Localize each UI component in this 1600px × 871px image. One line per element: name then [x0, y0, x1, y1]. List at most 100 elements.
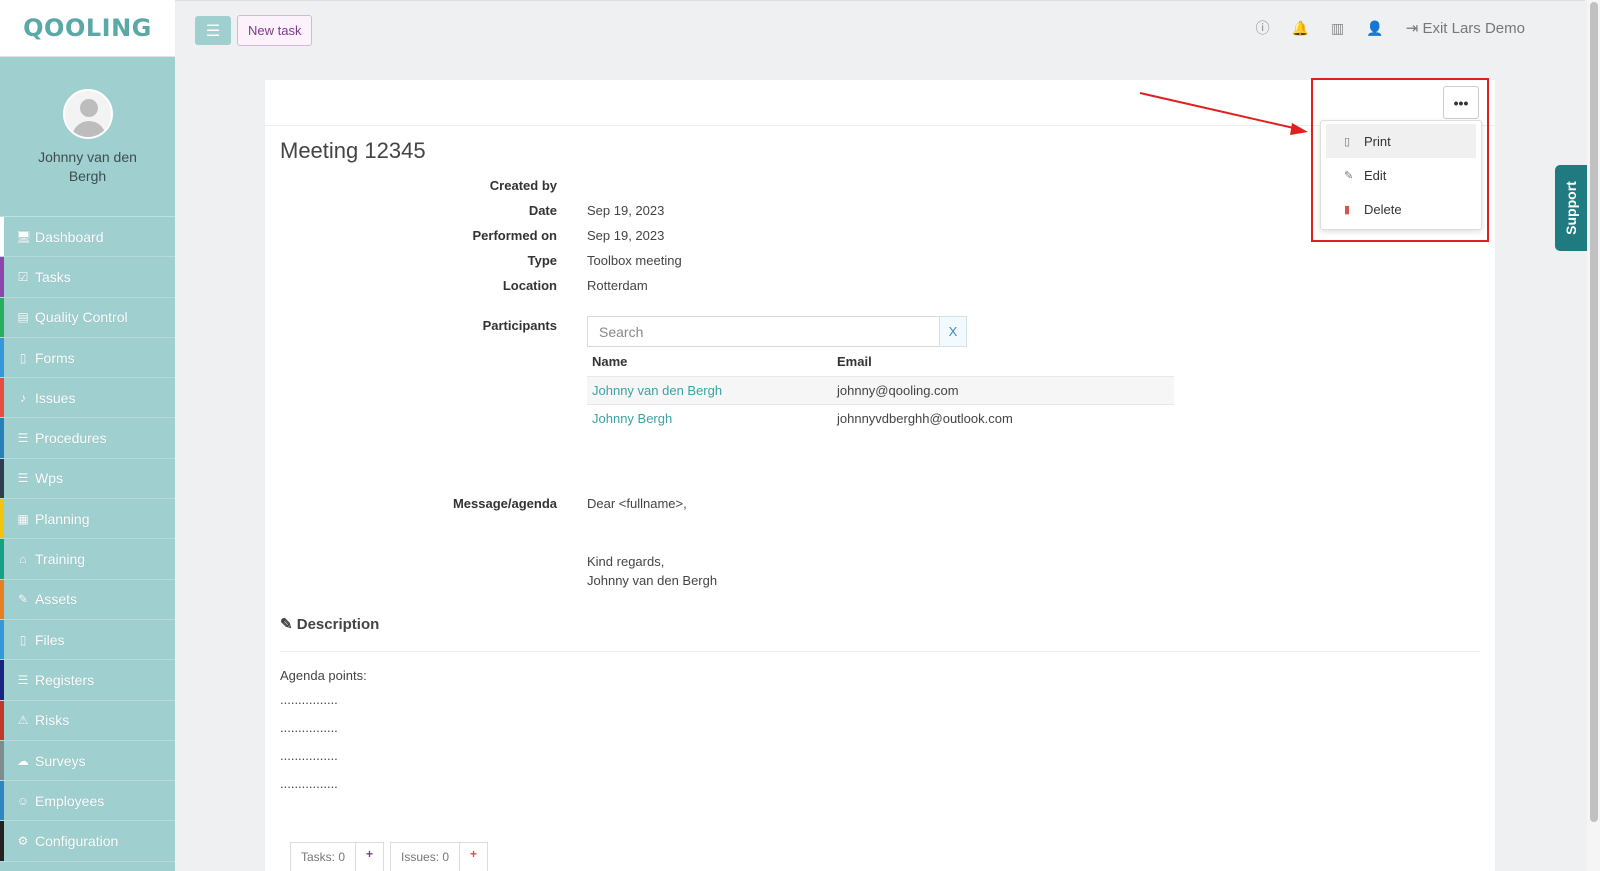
sidebar-item-issues[interactable]: ♪ Issues	[0, 378, 175, 419]
menu-toggle-button[interactable]: ☰	[195, 16, 231, 45]
sidebar-item-configuration[interactable]: ⚙ Configuration	[0, 821, 175, 862]
agenda-line: ................	[280, 748, 338, 763]
add-task-button[interactable]: +	[355, 843, 383, 871]
sidebar-nav: 🖥 Dashboard ☑ Tasks ▤ Quality Control ▯ Forms ♪ I…	[0, 217, 175, 862]
sidebar-item-tasks[interactable]: ☑ Tasks	[0, 257, 175, 298]
sidebar-item-files[interactable]: ▯ Files	[0, 619, 175, 661]
participant-link[interactable]: Johnny Bergh	[592, 411, 672, 426]
sidebar-item-accent	[0, 458, 4, 499]
support-tab[interactable]: Support	[1555, 165, 1587, 251]
tasks-tab[interactable]: Tasks: 0 +	[290, 842, 385, 871]
message-closing: Kind regards, Johnny van den Bergh	[587, 552, 717, 590]
column-header-email: Email	[837, 354, 872, 370]
sidebar-item-accent	[0, 378, 4, 418]
sidebar-item-accent	[0, 821, 4, 861]
edit-icon: ✎	[1344, 169, 1354, 182]
search-input[interactable]	[587, 316, 939, 347]
sidebar-item-accent	[0, 337, 4, 378]
sidebar-item-wps[interactable]: ☰ Wps	[0, 458, 175, 500]
sidebar-item-label: Wps	[35, 470, 63, 487]
location-label: Location	[502, 278, 557, 293]
type-value: Toolbox meeting	[587, 253, 682, 268]
file-icon: ▯	[19, 350, 27, 365]
print-label: Print	[1364, 133, 1391, 149]
scrollbar-thumb[interactable]	[1590, 2, 1598, 822]
sidebar-item-label: Employees	[35, 792, 105, 809]
bell-icon: ♪	[20, 390, 26, 405]
sidebar-item-label: Surveys	[35, 752, 86, 769]
sidebar-item-quality-control[interactable]: ▤ Quality Control	[0, 297, 175, 338]
avatar[interactable]	[62, 89, 113, 139]
topbar: ☰ New task ⓘ 🔔 ▥ 👤 ⇥ Exit Lars Demo	[175, 0, 1585, 57]
logo-text: QOOLING	[23, 14, 152, 42]
created-by-label: Created by	[489, 178, 557, 193]
sidebar: QOOLING Johnny van den Bergh 🖥 Dashboard ☑…	[0, 0, 175, 871]
sidebar-item-accent	[0, 740, 4, 781]
delete-label: Delete	[1364, 201, 1402, 217]
description-heading: ✎ Description	[280, 615, 379, 633]
building-icon[interactable]: ▥	[1331, 20, 1344, 37]
agenda-line: ................	[280, 776, 338, 791]
exit-demo-label: Exit Lars Demo	[1422, 20, 1525, 37]
sidebar-item-dashboard[interactable]: 🖥 Dashboard	[0, 217, 175, 258]
list-icon: ☰	[17, 471, 29, 486]
sidebar-item-label: Tasks	[35, 268, 71, 285]
delete-menu-item[interactable]: ▮ Delete	[1326, 192, 1476, 226]
sidebar-item-label: Training	[35, 551, 86, 568]
edit-menu-item[interactable]: ✎ Edit	[1326, 158, 1476, 192]
table-row: Johnny Bergh johnnyvdberghh@outlook.com	[587, 403, 1174, 432]
print-menu-item[interactable]: ▯ Print	[1326, 124, 1476, 158]
participant-search: X	[587, 316, 967, 347]
sidebar-item-label: Dashboard	[35, 228, 104, 245]
sidebar-item-assets[interactable]: ✎ Assets	[0, 579, 175, 620]
clear-search-button[interactable]: X	[939, 316, 967, 347]
add-issue-button[interactable]: +	[459, 843, 487, 871]
sidebar-item-risks[interactable]: ⚠ Risks	[0, 700, 175, 741]
calendar-icon: ▦	[17, 511, 29, 526]
sidebar-item-label: Risks	[35, 712, 70, 729]
sidebar-item-surveys[interactable]: ☁ Surveys	[0, 740, 175, 782]
participants-table: Name Email Johnny van den Bergh johnny@q…	[587, 348, 1174, 432]
help-icon[interactable]: ⓘ	[1256, 18, 1270, 38]
sidebar-item-label: Configuration	[35, 833, 119, 850]
logo[interactable]: QOOLING	[0, 0, 175, 57]
issues-tab[interactable]: Issues: 0 +	[390, 842, 489, 871]
participant-email: johnnyvdberghh@outlook.com	[832, 403, 1174, 432]
sidebar-item-accent	[0, 781, 4, 821]
participant-link[interactable]: Johnny van den Bergh	[592, 383, 722, 398]
user-icon[interactable]: 👤	[1366, 20, 1383, 37]
sidebar-item-label: Registers	[35, 671, 95, 688]
linked-items-tabs: Tasks: 0 + Issues: 0 +	[290, 842, 489, 871]
message-greeting: Dear <fullname>,	[587, 496, 687, 511]
exit-demo-link[interactable]: ⇥ Exit Lars Demo	[1406, 19, 1525, 37]
actions-dropdown: ▯ Print ✎ Edit ▮ Delete	[1320, 120, 1482, 230]
new-task-button[interactable]: New task	[237, 15, 313, 46]
profile-name: Johnny van den Bergh	[38, 149, 137, 184]
sidebar-item-accent	[0, 499, 4, 539]
graduation-cap-icon: ⌂	[19, 552, 27, 567]
sidebar-item-label: Assets	[35, 591, 78, 608]
pdf-file-icon: ▯	[1344, 135, 1351, 148]
bell-icon[interactable]: 🔔	[1292, 20, 1309, 37]
performed-on-label: Performed on	[472, 228, 557, 243]
annotation-arrow	[1139, 92, 1308, 135]
scrollbar[interactable]	[1587, 0, 1600, 871]
hamburger-icon: ☰	[205, 22, 221, 40]
monitor-icon: 🖥	[16, 229, 32, 244]
sidebar-item-label: Procedures	[35, 430, 107, 447]
divider	[280, 651, 1480, 652]
type-label: Type	[527, 253, 557, 268]
closing-line: Kind regards,	[587, 554, 665, 569]
sidebar-item-training[interactable]: ⌂ Training	[0, 539, 175, 580]
sidebar-item-forms[interactable]: ▯ Forms	[0, 337, 175, 379]
list-icon: ☰	[17, 672, 29, 687]
sidebar-item-accent	[0, 619, 4, 660]
sidebar-item-planning[interactable]: ▦ Planning	[0, 499, 175, 540]
sidebar-item-employees[interactable]: ☺ Employees	[0, 781, 175, 822]
warning-icon: ⚠	[17, 713, 29, 728]
description-body: Agenda points: ................ ........…	[280, 666, 367, 798]
sidebar-item-procedures[interactable]: ☰ Procedures	[0, 418, 175, 459]
book-icon: ▤	[17, 310, 29, 325]
page-title: Meeting 12345	[280, 138, 426, 163]
sidebar-item-registers[interactable]: ☰ Registers	[0, 660, 175, 701]
